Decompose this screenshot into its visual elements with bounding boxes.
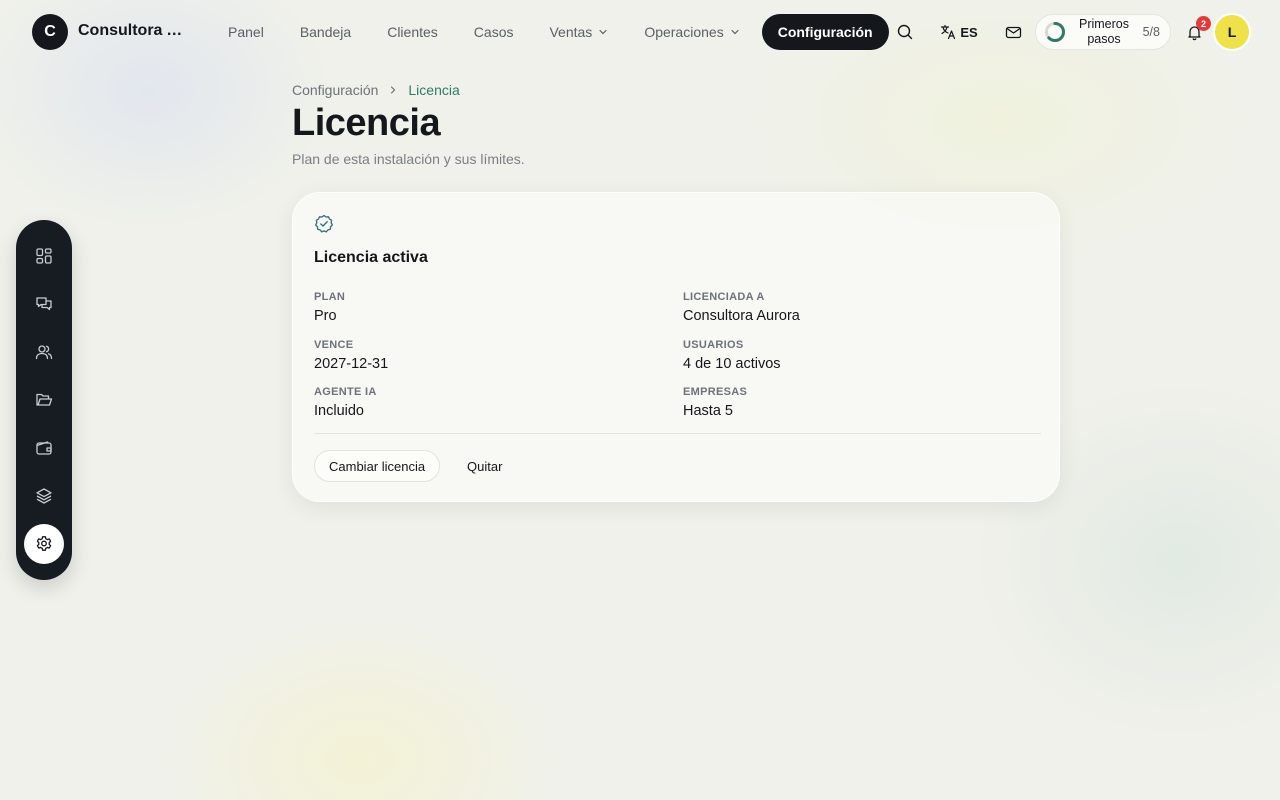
- card-divider: [314, 433, 1041, 434]
- chevron-right-icon: [391, 86, 396, 94]
- field-expires-value: 2027-12-31: [314, 356, 389, 372]
- progress-ring-icon: [1045, 22, 1065, 42]
- mail-icon: [1005, 26, 1021, 38]
- sidebar-item-sales[interactable]: [24, 428, 64, 468]
- license-card: Licencia activa PLAN Pro LICENCIADA A Co…: [292, 192, 1060, 502]
- chevron-down-icon: [599, 29, 607, 35]
- users-icon: [35, 345, 53, 360]
- field-plan-label: PLAN: [314, 291, 346, 303]
- translate-icon: [941, 24, 956, 40]
- nav-bandeja-label: Bandeja: [299, 24, 352, 40]
- field-licensed-to-label: LICENCIADA A: [683, 291, 765, 303]
- field-users: USUARIOS 4 de 10 activos: [683, 339, 983, 372]
- grid-icon: [36, 248, 52, 264]
- change-license-button[interactable]: Cambiar licencia: [314, 450, 441, 482]
- field-plan: PLAN Pro: [314, 291, 614, 324]
- nav-ventas[interactable]: Ventas: [531, 14, 626, 50]
- nav-bandeja[interactable]: Bandeja: [282, 14, 369, 50]
- sidebar-item-inbox[interactable]: [24, 284, 64, 324]
- page-title: Licencia: [292, 102, 441, 144]
- onboarding-label: Primeros pasos: [1078, 17, 1129, 46]
- nav-casos-label: Casos: [473, 24, 514, 40]
- nav-operaciones[interactable]: Operaciones: [626, 14, 757, 50]
- nav-clientes-label: Clientes: [387, 24, 438, 40]
- search-icon: [897, 24, 913, 40]
- sidebar-item-clients[interactable]: [24, 332, 64, 372]
- nav-panel-label: Panel: [228, 24, 264, 40]
- sidebar-item-dashboard[interactable]: [24, 236, 64, 276]
- field-companies-value: Hasta 5: [683, 403, 733, 419]
- breadcrumb-root[interactable]: Configuración: [292, 82, 378, 98]
- remove-license-button[interactable]: Quitar: [457, 450, 512, 482]
- field-licensed-to-value: Consultora Aurora: [683, 308, 800, 324]
- nav-configuracion[interactable]: Configuración: [761, 14, 889, 50]
- messages-button[interactable]: [1003, 14, 1023, 50]
- field-ai-agent: AGENTE IA Incluido: [314, 386, 614, 419]
- language-code: ES: [960, 24, 978, 40]
- chevron-down-icon: [731, 29, 739, 35]
- nav-clientes[interactable]: Clientes: [369, 14, 456, 50]
- field-ai-agent-label: AGENTE IA: [314, 386, 377, 398]
- main-nav: Panel Bandeja Clientes Casos Ventas Oper…: [210, 14, 889, 50]
- folder-icon: [36, 393, 53, 406]
- layers-icon: [36, 488, 52, 504]
- field-plan-value: Pro: [314, 308, 337, 324]
- verified-badge-icon: [315, 214, 333, 233]
- field-companies-label: EMPRESAS: [683, 386, 748, 398]
- nav-ventas-label: Ventas: [549, 24, 593, 40]
- field-companies: EMPRESAS Hasta 5: [683, 386, 983, 419]
- gear-icon: [36, 536, 52, 551]
- avatar[interactable]: L: [1213, 13, 1251, 51]
- breadcrumb: Configuración Licencia: [292, 82, 460, 98]
- field-users-value: 4 de 10 activos: [683, 356, 781, 372]
- nav-panel[interactable]: Panel: [210, 14, 282, 50]
- onboarding-count: 5/8: [1142, 25, 1160, 39]
- chat-icon: [36, 297, 52, 311]
- notification-badge: 2: [1196, 16, 1211, 31]
- sidebar-item-cases[interactable]: [24, 380, 64, 420]
- field-licensed-to: LICENCIADA A Consultora Aurora: [683, 291, 983, 324]
- field-ai-agent-value: Incluido: [314, 403, 364, 419]
- field-users-label: USUARIOS: [683, 339, 744, 351]
- field-expires: VENCE 2027-12-31: [314, 339, 614, 372]
- field-expires-label: VENCE: [314, 339, 354, 351]
- language-selector[interactable]: ES: [940, 14, 978, 50]
- nav-configuracion-label: Configuración: [777, 24, 873, 40]
- brand-logo[interactable]: C: [32, 14, 68, 50]
- onboarding-steps[interactable]: Primeros pasos 5/8: [1035, 14, 1171, 50]
- page-subtitle: Plan de esta instalación y sus límites.: [292, 151, 525, 167]
- nav-operaciones-label: Operaciones: [644, 24, 724, 40]
- wallet-icon: [36, 441, 52, 455]
- sidebar-item-settings[interactable]: [24, 524, 64, 564]
- brand-name[interactable]: Consultora A...: [78, 22, 190, 40]
- license-status: Licencia activa: [314, 249, 428, 266]
- nav-casos[interactable]: Casos: [456, 14, 532, 50]
- top-bar: C Consultora A... Panel Bandeja Clientes…: [0, 0, 1280, 64]
- sidebar-rail: [16, 220, 72, 580]
- breadcrumb-current: Licencia: [408, 82, 460, 98]
- search-button[interactable]: [894, 14, 916, 50]
- sidebar-item-operations[interactable]: [24, 476, 64, 516]
